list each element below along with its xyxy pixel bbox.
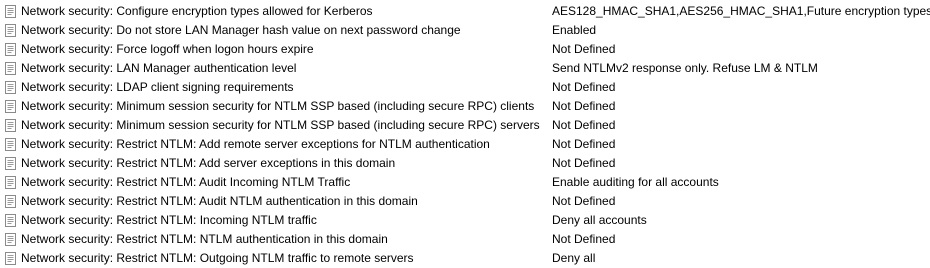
security-setting: Not Defined — [552, 42, 616, 56]
policy-name: Network security: LAN Manager authentica… — [21, 61, 297, 75]
security-setting: Not Defined — [552, 194, 616, 208]
policy-document-icon — [4, 157, 17, 170]
policy-row[interactable]: Network security: LDAP client signing re… — [0, 78, 930, 97]
policy-row[interactable]: Network security: Restrict NTLM: Outgoin… — [0, 249, 930, 268]
policy-row[interactable]: Network security: Restrict NTLM: Audit N… — [0, 192, 930, 211]
policy-name: Network security: Restrict NTLM: Outgoin… — [21, 251, 414, 265]
policy-name: Network security: Force logoff when logo… — [21, 42, 314, 56]
policy-row[interactable]: Network security: Force logoff when logo… — [0, 40, 930, 59]
security-setting: Enable auditing for all accounts — [552, 175, 719, 189]
policy-document-icon — [4, 138, 17, 151]
policy-name: Network security: Do not store LAN Manag… — [21, 23, 461, 37]
policy-name: Network security: Restrict NTLM: Add rem… — [21, 137, 490, 151]
policy-row[interactable]: Network security: Restrict NTLM: Add ser… — [0, 154, 930, 173]
security-setting: Not Defined — [552, 118, 616, 132]
security-setting: Deny all — [552, 251, 596, 265]
policy-row[interactable]: Network security: Configure encryption t… — [0, 2, 930, 21]
security-setting: Not Defined — [552, 137, 616, 151]
policy-row[interactable]: Network security: Minimum session securi… — [0, 116, 930, 135]
policy-name: Network security: Restrict NTLM: NTLM au… — [21, 232, 388, 246]
policy-document-icon — [4, 233, 17, 246]
policy-document-icon — [4, 62, 17, 75]
policy-document-icon — [4, 119, 17, 132]
security-setting: Deny all accounts — [552, 213, 647, 227]
security-setting: Send NTLMv2 response only. Refuse LM & N… — [552, 61, 818, 75]
policy-row[interactable]: Network security: Restrict NTLM: Audit I… — [0, 173, 930, 192]
policy-document-icon — [4, 195, 17, 208]
policy-document-icon — [4, 100, 17, 113]
policy-document-icon — [4, 252, 17, 265]
policy-document-icon — [4, 81, 17, 94]
policy-name: Network security: Minimum session securi… — [21, 118, 540, 132]
security-setting: AES128_HMAC_SHA1,AES256_HMAC_SHA1,Future… — [552, 4, 930, 18]
policy-name: Network security: Restrict NTLM: Incomin… — [21, 213, 317, 227]
policy-name: Network security: Minimum session securi… — [21, 99, 535, 113]
security-setting: Not Defined — [552, 99, 616, 113]
policy-name: Network security: Restrict NTLM: Audit I… — [21, 175, 351, 189]
security-setting: Not Defined — [552, 232, 616, 246]
policy-name: Network security: LDAP client signing re… — [21, 80, 294, 94]
security-setting: Not Defined — [552, 80, 616, 94]
policy-document-icon — [4, 5, 17, 18]
security-setting: Not Defined — [552, 156, 616, 170]
policy-name: Network security: Configure encryption t… — [21, 4, 373, 18]
policy-document-icon — [4, 43, 17, 56]
policy-document-icon — [4, 176, 17, 189]
policy-document-icon — [4, 24, 17, 37]
policy-document-icon — [4, 214, 17, 227]
policy-name: Network security: Restrict NTLM: Add ser… — [21, 156, 396, 170]
policy-row[interactable]: Network security: Minimum session securi… — [0, 97, 930, 116]
policy-name: Network security: Restrict NTLM: Audit N… — [21, 194, 418, 208]
policy-row[interactable]: Network security: LAN Manager authentica… — [0, 59, 930, 78]
policy-row[interactable]: Network security: Restrict NTLM: Add rem… — [0, 135, 930, 154]
policy-row[interactable]: Network security: Restrict NTLM: NTLM au… — [0, 230, 930, 249]
policy-row[interactable]: Network security: Do not store LAN Manag… — [0, 21, 930, 40]
policy-row[interactable]: Network security: Restrict NTLM: Incomin… — [0, 211, 930, 230]
policy-list: Network security: Configure encryption t… — [0, 0, 930, 268]
security-setting: Enabled — [552, 23, 597, 37]
